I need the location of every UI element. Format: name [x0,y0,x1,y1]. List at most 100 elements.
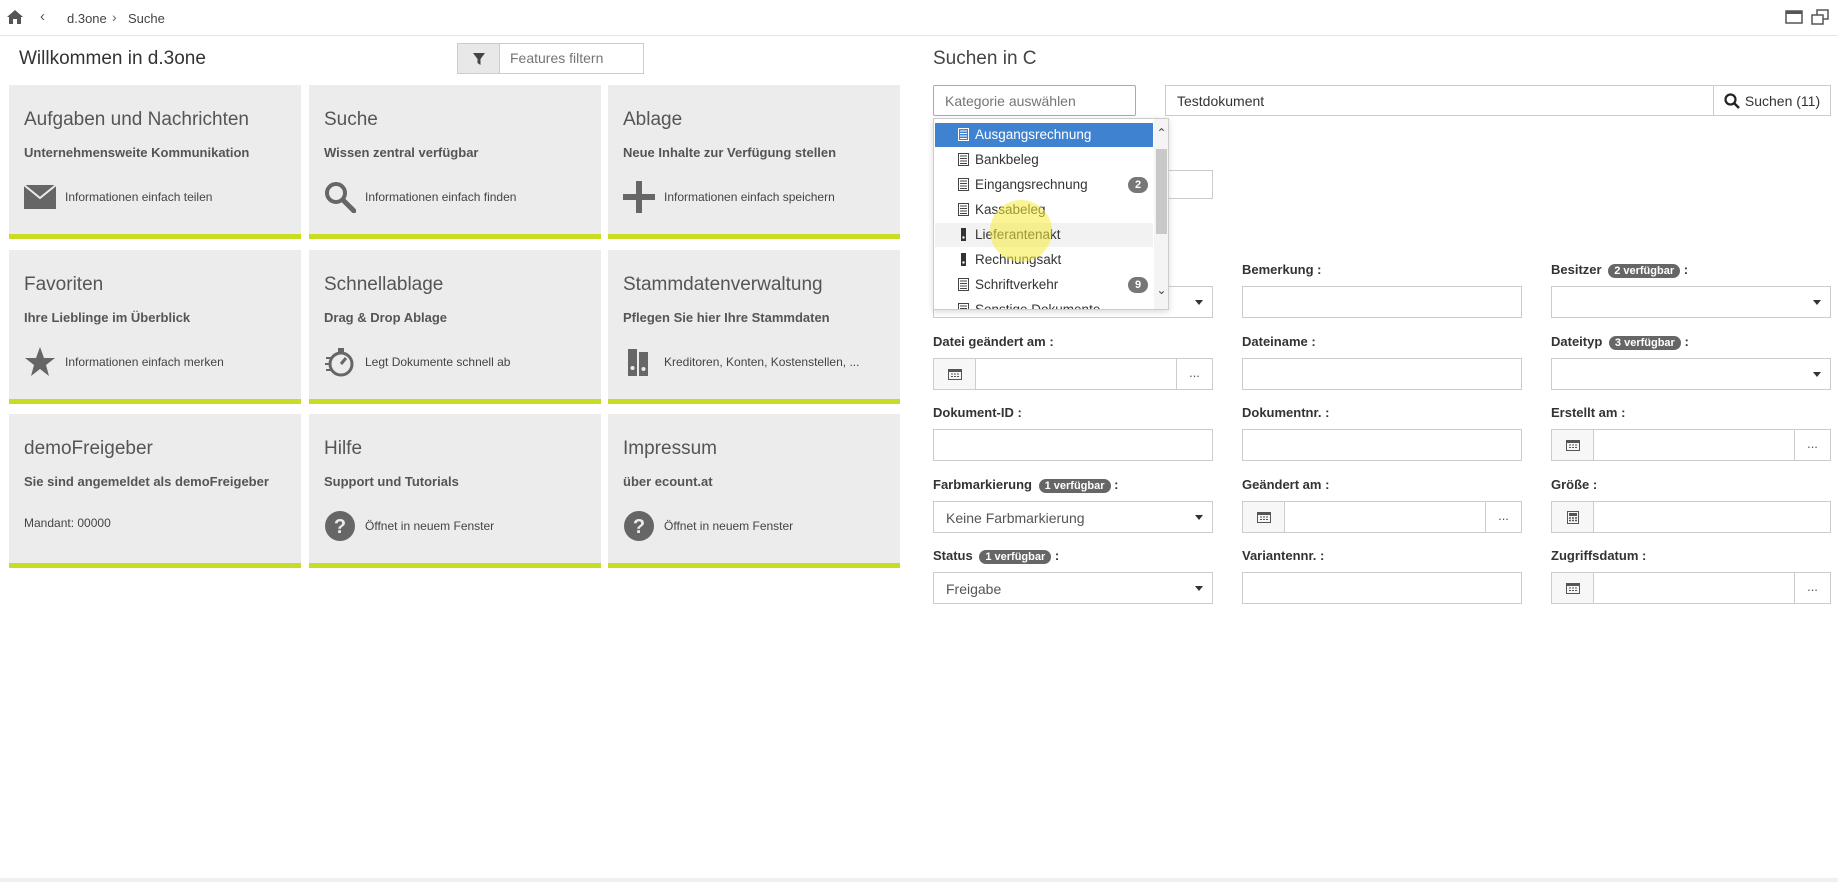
count-badge: 2 [1128,177,1148,193]
feature-filter-input[interactable] [510,50,635,66]
plus-icon [622,180,656,214]
tile-title: Stammdatenverwaltung [623,274,823,295]
search-icon [323,180,357,214]
filter-icon [472,52,485,65]
query-field[interactable] [1165,85,1714,116]
count-badge: 9 [1128,277,1148,293]
more-button[interactable]: ... [1176,359,1212,389]
question-icon: ? [622,509,656,543]
star-icon [23,345,57,379]
dropdown-item[interactable]: Bankbeleg [935,148,1153,172]
search-title: Suchen in C [933,48,1037,69]
tile-favoriten[interactable]: Favoriten Ihre Lieblinge im Überblick In… [9,250,301,404]
status-select[interactable]: Freigabe [933,572,1213,604]
tile-demofreigeber[interactable]: demoFreigeber Sie sind angemeldet als de… [9,414,301,568]
dropdown-item[interactable]: Schriftverkehr 9 [935,273,1153,297]
breadcrumb-d3one[interactable]: d.3one [67,11,107,26]
dokumentnr-field[interactable] [1242,429,1522,461]
calculator-icon[interactable] [1552,502,1594,532]
tile-description: Mandant: 00000 [24,516,111,530]
bottom-border [0,878,1838,882]
zugriffsdatum-field[interactable]: ... [1551,572,1831,604]
dateiname-input[interactable] [1253,366,1503,382]
category-input[interactable] [945,93,1125,109]
document-icon [958,303,969,309]
tile-hilfe[interactable]: Hilfe Support und Tutorials ? Öffnet in … [309,414,601,568]
calendar-icon[interactable] [1552,573,1594,603]
tile-title: demoFreigeber [24,438,153,459]
label-datei-geaendert: Datei geändert am : [933,334,1054,349]
bemerkung-input[interactable] [1253,294,1503,310]
dropdown-item-label: Bankbeleg [975,152,1039,167]
tile-ablage[interactable]: Ablage Neue Inhalte zur Verfügung stelle… [608,85,900,239]
erstellt-am-field[interactable]: ... [1551,429,1831,461]
tile-title: Hilfe [324,438,363,459]
tile-stammdaten[interactable]: Stammdatenverwaltung Pflegen Sie hier Ih… [608,250,900,404]
dropdown-item[interactable]: Kassabeleg [935,198,1153,222]
dropdown-item[interactable]: Eingangsrechnung 2 [935,173,1153,197]
tile-suche[interactable]: Suche Wissen zentral verfügbar Informati… [309,85,601,239]
filter-button[interactable] [458,44,500,73]
dropdown-scrollbar[interactable]: ⌃ ⌄ [1154,119,1168,309]
more-button[interactable]: ... [1794,430,1830,460]
tile-description: Informationen einfach merken [65,355,224,369]
category-select[interactable] [933,85,1136,116]
tile-aufgaben[interactable]: Aufgaben und Nachrichten Unternehmenswei… [9,85,301,239]
dropdown-item-label: Lieferantenakt [975,227,1061,242]
tile-description: Legt Dokumente schnell ab [365,355,511,369]
back-button[interactable]: ‹ [40,8,45,25]
maximize-icon[interactable] [1785,9,1803,25]
tile-impressum[interactable]: Impressum über ecount.at ? Öffnet in neu… [608,414,900,568]
dateityp-select[interactable] [1551,358,1831,390]
tile-subtitle: Wissen zentral verfügbar [324,145,479,160]
tile-subtitle: Ihre Lieblinge im Überblick [24,310,191,325]
document-icon [958,203,969,216]
calendar-icon[interactable] [1243,502,1285,532]
besitzer-select[interactable] [1551,286,1831,318]
dropdown-item[interactable]: Ausgangsrechnung [935,123,1153,147]
category-dropdown: Ausgangsrechnung Bankbeleg Eingangsrechn… [933,118,1169,310]
dokumentnr-input[interactable] [1253,437,1503,453]
dropdown-item[interactable]: Lieferantenakt [935,223,1153,247]
scroll-down-icon[interactable]: ⌄ [1155,283,1168,297]
restore-window-icon[interactable] [1811,9,1829,25]
chevron-down-icon [1195,586,1203,591]
dokument-id-field[interactable] [933,429,1213,461]
document-icon [958,178,969,191]
variantennr-input[interactable] [1253,580,1503,596]
label-status: Status 1 verfügbar : [933,548,1060,564]
bemerkung-field[interactable] [1242,286,1522,318]
dateiname-field[interactable] [1242,358,1522,390]
geaendert-am-field[interactable]: ... [1242,501,1522,533]
dokument-id-input[interactable] [944,437,1194,453]
calendar-icon[interactable] [1552,430,1594,460]
variantennr-field[interactable] [1242,572,1522,604]
query-input[interactable] [1177,93,1697,109]
dropdown-item[interactable]: Rechnungsakt [935,248,1153,272]
datei-geaendert-field[interactable]: ... [933,358,1213,390]
groesse-field[interactable] [1551,501,1831,533]
dropdown-item-label: Rechnungsakt [975,252,1062,267]
more-button[interactable]: ... [1794,573,1830,603]
more-button[interactable]: ... [1485,502,1521,532]
tile-subtitle: über ecount.at [623,474,713,489]
feature-filter [457,43,644,74]
farbmarkierung-select[interactable]: Keine Farbmarkierung [933,501,1213,533]
dropdown-item-label: Eingangsrechnung [975,177,1088,192]
dropdown-item[interactable]: Sonstige Dokumente [935,298,1153,309]
search-button[interactable]: Suchen (11) [1713,85,1831,116]
scrollbar-thumb[interactable] [1156,149,1167,234]
chevron-down-icon [1195,515,1203,520]
home-icon[interactable] [6,9,24,25]
tile-subtitle: Sie sind angemeldet als demoFreigeber [24,474,269,489]
calendar-icon[interactable] [934,359,976,389]
scroll-up-icon[interactable]: ⌃ [1155,126,1168,140]
document-icon [958,128,969,141]
document-icon [958,153,969,166]
envelope-icon [23,180,57,214]
question-icon: ? [323,509,357,543]
tile-description: Öffnet in neuem Fenster [365,519,495,533]
tile-schnellablage[interactable]: Schnellablage Drag & Drop Ablage Legt Do… [309,250,601,404]
tile-description: Informationen einfach finden [365,190,517,204]
tile-subtitle: Unternehmensweite Kommunikation [24,145,250,160]
